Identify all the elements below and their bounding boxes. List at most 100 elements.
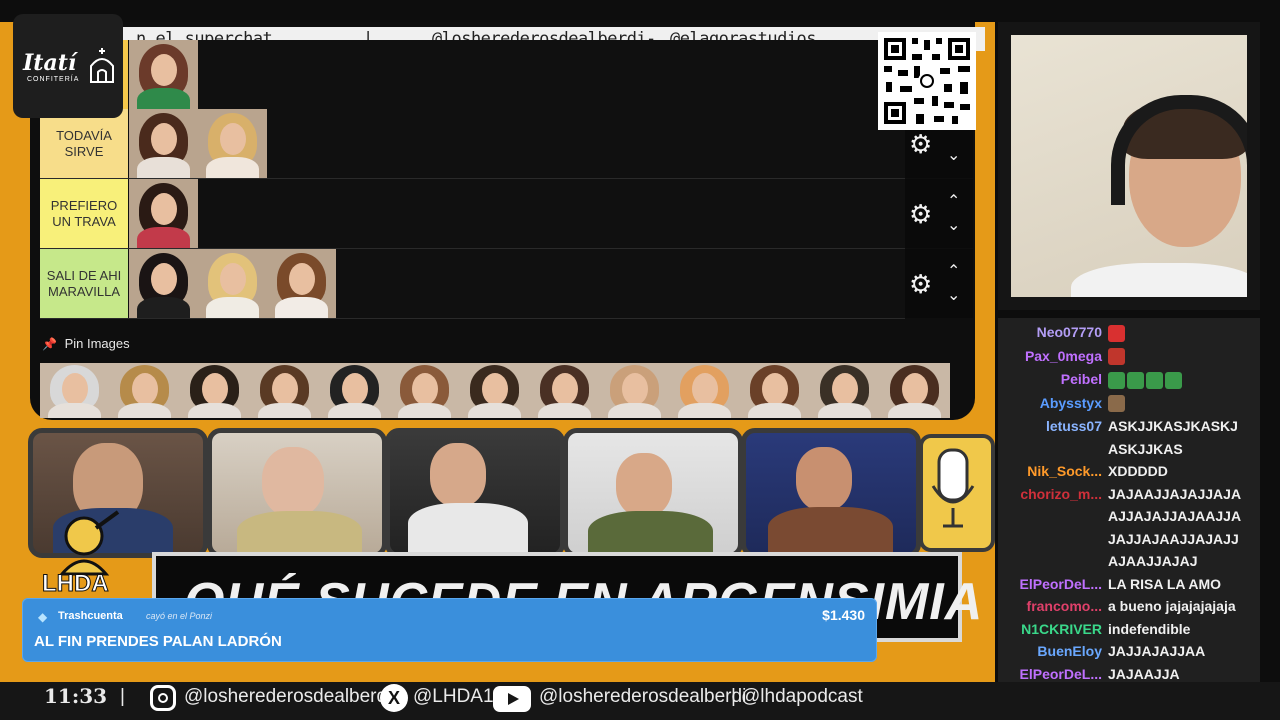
pin-image-row: [40, 363, 950, 418]
camera-feed-3: [385, 428, 565, 558]
pin-image[interactable]: [390, 363, 460, 418]
pin-image[interactable]: [180, 363, 250, 418]
chevron-down-icon[interactable]: ⌄: [947, 145, 960, 165]
pin-image[interactable]: [810, 363, 880, 418]
chat-emotes: [1108, 371, 1184, 389]
chat-text: AJJAJAJJAJAAJJA: [1108, 508, 1242, 524]
qr-code: [878, 32, 976, 130]
alert-message: AL FIN PRENDES PALAN LADRÓN: [34, 633, 282, 650]
chat-username[interactable]: chorizo_m...: [1020, 486, 1102, 502]
logo-subtitle: CONFITERÍA: [27, 76, 80, 83]
chat-text: JAJAAJJA: [1108, 665, 1180, 682]
sponsor-logo: Itatí CONFITERÍA: [13, 14, 123, 118]
tier-image[interactable]: [129, 40, 198, 109]
alert-amount: $1.430: [822, 607, 865, 623]
tier-image[interactable]: [267, 249, 336, 318]
emote-icon: [1108, 348, 1125, 366]
camera-feed-2: [207, 428, 387, 558]
church-icon: [90, 48, 114, 83]
tier-row: BA: [40, 40, 905, 110]
qr-code-icon: [884, 38, 970, 124]
pin-image[interactable]: [670, 363, 740, 418]
camera-feed-4: [563, 428, 743, 558]
emote-icon: [1108, 395, 1125, 413]
pin-images-button[interactable]: 📌 Pin Images: [42, 336, 130, 351]
instagram-handle: @losherederosdealberdi: [184, 686, 392, 707]
alert-action: cayó en el Ponzi: [146, 611, 213, 621]
chat-text: AJAAJJAJAJ: [1108, 553, 1198, 569]
chat-text: indefendible: [1108, 620, 1191, 637]
chevron-up-icon[interactable]: ⌃: [947, 191, 960, 211]
chat-username[interactable]: Pax_0mega: [1025, 348, 1102, 364]
emote-icon: [1127, 371, 1144, 389]
pin-image[interactable]: [250, 363, 320, 418]
camera-feed-5: [741, 428, 921, 558]
chat-emotes: [1108, 395, 1127, 413]
pin-image[interactable]: [40, 363, 110, 418]
tier-row: SALI DE AHI MARAVILLA: [40, 249, 905, 319]
chat-username[interactable]: Nik_Sock...: [1027, 463, 1102, 479]
clock: 11:33: [44, 684, 108, 708]
chat-text: ASKJJKAS: [1108, 440, 1183, 457]
chat-username[interactable]: Peibel: [1061, 371, 1102, 387]
pin-icon: 📌: [42, 337, 57, 351]
chat-username[interactable]: letuss07: [1046, 418, 1102, 434]
separator: |: [731, 686, 736, 707]
pin-image[interactable]: [740, 363, 810, 418]
pin-image[interactable]: [600, 363, 670, 418]
x-handle: @LHDA16: [413, 686, 505, 707]
alert-user: Trashcuenta: [58, 610, 123, 622]
tier-label[interactable]: SALI DE AHI MARAVILLA: [40, 249, 128, 318]
gear-icon[interactable]: ⚙: [909, 131, 932, 157]
pin-image[interactable]: [460, 363, 530, 418]
tier-label[interactable]: TODAVÍA SIRVE: [40, 109, 128, 178]
microphone-icon: [931, 448, 975, 528]
chat-text: XDDDDD: [1108, 463, 1168, 479]
pin-image[interactable]: [880, 363, 950, 418]
logo-name: Itatí: [23, 50, 77, 76]
diamond-icon: ◆: [38, 610, 48, 624]
tier-images: [129, 40, 198, 109]
webcam-feed: [1011, 35, 1247, 297]
gear-icon[interactable]: ⚙: [909, 271, 932, 297]
microphone-logo: [919, 434, 995, 552]
chat-username[interactable]: ElPeorDeL...: [1020, 576, 1102, 592]
x-icon: X: [380, 684, 408, 712]
chat-text: LA RISA LA AMO: [1108, 575, 1222, 592]
tier-image[interactable]: [129, 109, 198, 178]
youtube-handle-2: @lhdapodcast: [741, 686, 863, 707]
tier-controls: ⚙ ⌃ ⌄: [905, 179, 973, 248]
chat-text: a bueno jajajajajaja: [1108, 598, 1236, 614]
tier-image[interactable]: [198, 109, 267, 178]
tier-row: TODAVÍA SIRVE: [40, 109, 905, 179]
chevron-up-icon[interactable]: ⌃: [947, 261, 960, 281]
pin-image[interactable]: [110, 363, 180, 418]
chat-panel: Neo07770 Pax_0mega Peibel Abysstyx letuss07 A…: [998, 318, 1260, 708]
chat-text: JAJAAJJAJAJJAJA: [1108, 485, 1242, 502]
chat-emotes: [1108, 348, 1127, 366]
chat-username[interactable]: francomo...: [1027, 598, 1102, 614]
tier-label[interactable]: PREFIERO UN TRAVA: [40, 179, 128, 248]
emote-icon: [1108, 324, 1125, 342]
pin-label: Pin Images: [64, 336, 130, 351]
tier-image[interactable]: [129, 249, 198, 318]
pin-image[interactable]: [320, 363, 390, 418]
pin-image[interactable]: [530, 363, 600, 418]
chevron-down-icon[interactable]: ⌄: [947, 215, 960, 235]
chat-username[interactable]: Abysstyx: [1040, 395, 1102, 411]
chat-username[interactable]: Neo07770: [1037, 324, 1102, 340]
tier-row: PREFIERO UN TRAVA: [40, 179, 905, 249]
chat-username[interactable]: N1CKRIVER: [1021, 621, 1102, 637]
youtube-icon: [493, 686, 531, 712]
mascot-icon: [58, 510, 120, 576]
tier-image[interactable]: [129, 179, 198, 248]
chevron-down-icon[interactable]: ⌄: [947, 285, 960, 305]
chat-username[interactable]: ElPeorDeL...: [1020, 666, 1102, 682]
chat-text: JAJJAJAAJJAJAJJ: [1108, 530, 1239, 547]
instagram-icon: [150, 685, 176, 711]
gear-icon[interactable]: ⚙: [909, 201, 932, 227]
tier-image[interactable]: [198, 249, 267, 318]
chat-text: ASKJJKASJKASKJ: [1108, 418, 1238, 434]
chat-username[interactable]: BuenEloy: [1037, 643, 1102, 659]
tier-images: [129, 179, 198, 248]
